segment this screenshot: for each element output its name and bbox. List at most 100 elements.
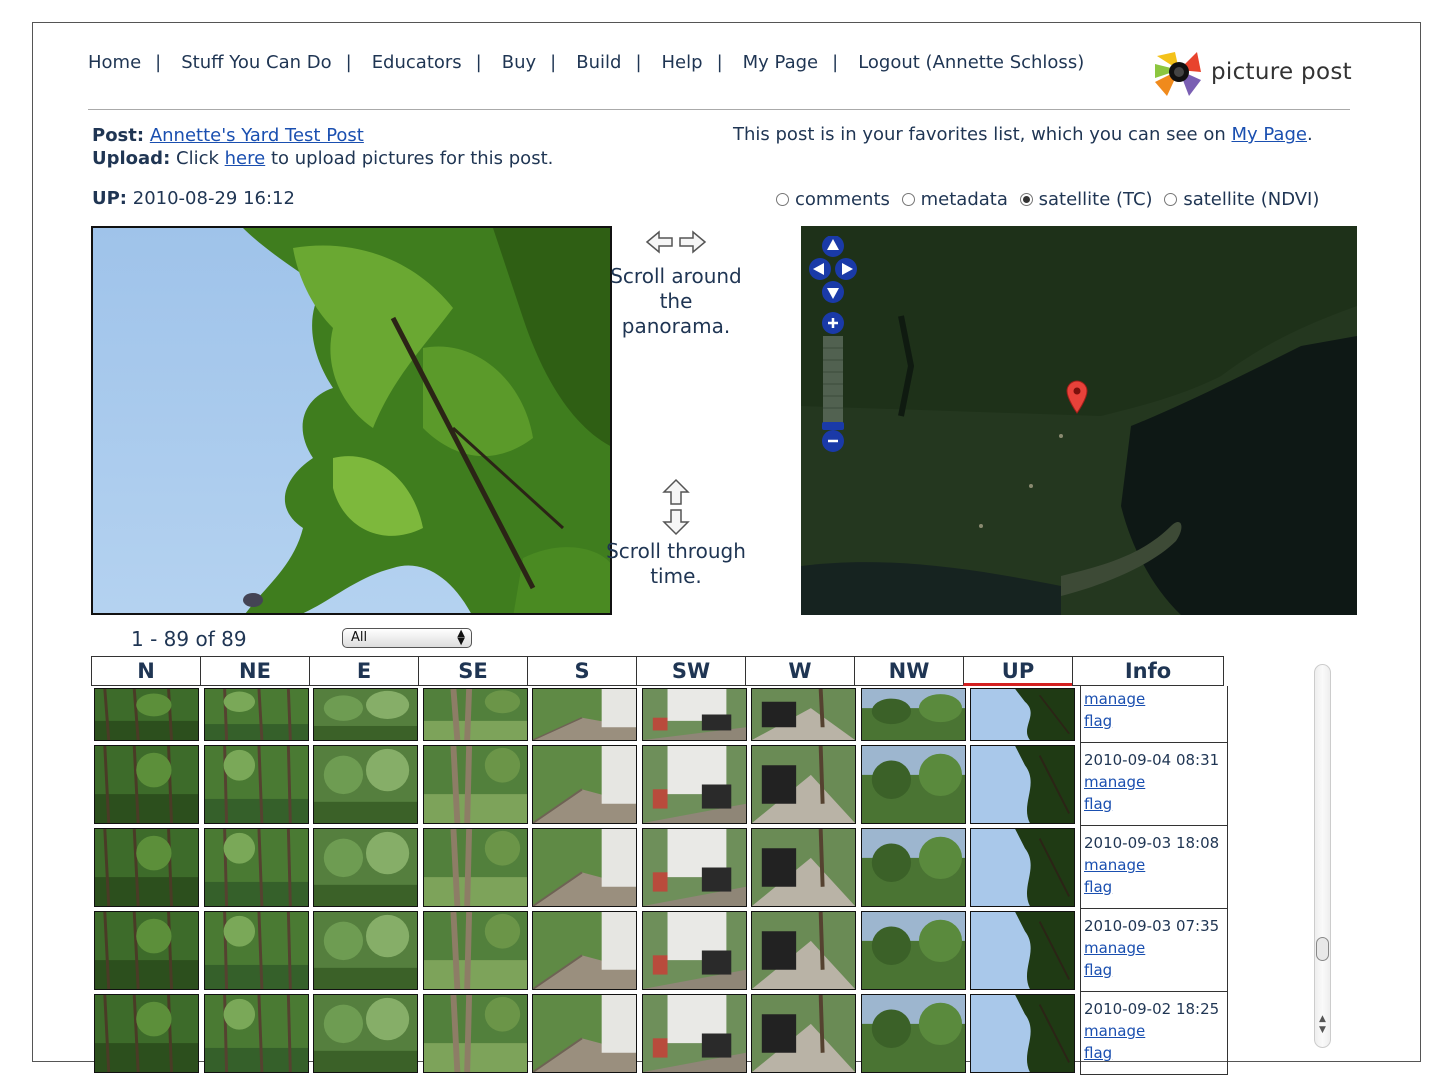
nav-stuff-you-can-do[interactable]: Stuff You Can Do (181, 52, 331, 73)
thumbnail-se[interactable] (422, 994, 528, 1073)
manage-link[interactable]: manage (1084, 690, 1145, 708)
satellite-map[interactable] (801, 226, 1357, 615)
direction-label: UP: (92, 188, 128, 209)
thumbnail-ne[interactable] (203, 994, 309, 1073)
thumbnail-up[interactable] (970, 745, 1075, 824)
nav-my-page[interactable]: My Page (743, 52, 818, 73)
thumbnail-sw[interactable] (641, 745, 747, 824)
col-header-n[interactable]: N (91, 656, 200, 686)
thumbnail-w[interactable] (751, 994, 856, 1073)
upload-here-link[interactable]: here (225, 148, 266, 169)
nav-buy[interactable]: Buy (502, 52, 536, 73)
thumbnail-sw[interactable] (641, 994, 747, 1073)
favorites-my-page-link[interactable]: My Page (1231, 124, 1306, 145)
thumbnail-ne[interactable] (203, 745, 309, 824)
thumbnail-se[interactable] (422, 688, 528, 741)
thumbnail-ne[interactable] (203, 688, 309, 741)
thumbnail-sw[interactable] (641, 911, 747, 990)
thumbnail-n[interactable] (94, 994, 199, 1073)
nav-help[interactable]: Help (662, 52, 703, 73)
thumbnail-s[interactable] (532, 688, 637, 741)
left-right-arrows-icon[interactable] (644, 228, 708, 258)
thumbnail-se[interactable] (422, 911, 528, 990)
nav-build[interactable]: Build (576, 52, 621, 73)
scrollbar-arrows-icon[interactable]: ▲ ▼ (1316, 1014, 1329, 1036)
thumbnail-up[interactable] (970, 828, 1075, 907)
thumbnail-nw[interactable] (860, 911, 966, 990)
thumbnail-nw[interactable] (860, 994, 966, 1073)
thumbnail-sw[interactable] (641, 828, 747, 907)
flag-link[interactable]: flag (1084, 878, 1112, 896)
nav-home[interactable]: Home (88, 52, 141, 73)
col-header-nw[interactable]: NW (854, 656, 963, 686)
manage-link[interactable]: manage (1084, 1022, 1145, 1040)
photo-thumbnail (861, 995, 965, 1072)
map-marker-icon[interactable] (1065, 380, 1089, 414)
thumbnail-n[interactable] (94, 828, 199, 907)
thumbnail-s[interactable] (532, 911, 637, 990)
col-header-ne[interactable]: NE (200, 656, 309, 686)
thumbnail-e[interactable] (313, 745, 418, 824)
thumbnail-s[interactable] (532, 745, 637, 824)
col-header-s[interactable]: S (527, 656, 636, 686)
thumbnail-w[interactable] (751, 745, 856, 824)
photo-thumbnail (642, 995, 746, 1072)
nav-educators[interactable]: Educators (372, 52, 462, 73)
thumbnail-w[interactable] (751, 828, 856, 907)
thumbnail-nw[interactable] (860, 688, 966, 741)
thumbnail-s[interactable] (532, 994, 637, 1073)
flag-link[interactable]: flag (1084, 1044, 1112, 1062)
thumbnail-up[interactable] (970, 911, 1075, 990)
thumbnail-se[interactable] (422, 828, 528, 907)
thumbnail-ne[interactable] (203, 828, 309, 907)
filter-select[interactable]: All ▲ ▼ (342, 628, 472, 648)
scroll-panorama-hint: Scroll around the panorama. (610, 264, 742, 338)
thumbnail-n[interactable] (94, 745, 199, 824)
thumbnail-nw[interactable] (860, 828, 966, 907)
thumbnail-ne[interactable] (203, 911, 309, 990)
thumbnail-sw[interactable] (641, 688, 747, 741)
thumbnail-e[interactable] (313, 994, 418, 1073)
col-header-e[interactable]: E (309, 656, 418, 686)
radio-satellite-ndvi[interactable]: satellite (NDVI) (1164, 189, 1325, 210)
radio-label: comments (795, 189, 890, 210)
flag-link[interactable]: flag (1084, 961, 1112, 979)
manage-link[interactable]: manage (1084, 856, 1145, 874)
photo-thumbnail (971, 995, 1074, 1072)
radio-metadata[interactable]: metadata (901, 189, 1014, 210)
up-down-arrows-icon[interactable] (661, 478, 691, 536)
radio-circle-checked[interactable] (1019, 193, 1033, 206)
thumbnail-e[interactable] (313, 911, 418, 990)
radio-satellite-tc[interactable]: satellite (TC) (1019, 189, 1159, 210)
col-header-w[interactable]: W (745, 656, 854, 686)
thumbnail-n[interactable] (94, 911, 199, 990)
radio-circle[interactable] (776, 193, 789, 206)
thumbnail-nw[interactable] (860, 745, 966, 824)
flag-link[interactable]: flag (1084, 712, 1112, 730)
thumbnail-s[interactable] (532, 828, 637, 907)
col-header-se[interactable]: SE (418, 656, 527, 686)
thumbnail-e[interactable] (313, 688, 418, 741)
thumbnail-w[interactable] (751, 688, 856, 741)
thumbnail-n[interactable] (94, 688, 199, 741)
manage-link[interactable]: manage (1084, 773, 1145, 791)
thumbnail-up[interactable] (970, 994, 1075, 1073)
panorama-viewer[interactable] (91, 226, 612, 615)
thumbnail-se[interactable] (422, 745, 528, 824)
post-name-link[interactable]: Annette's Yard Test Post (150, 125, 364, 146)
thumbnail-e[interactable] (313, 828, 418, 907)
thumbnail-up[interactable] (970, 688, 1075, 741)
radio-circle[interactable] (901, 193, 915, 206)
col-header-up[interactable]: UP (963, 656, 1072, 686)
radio-comments[interactable]: comments (776, 189, 896, 210)
map-pan-zoom-control[interactable] (808, 236, 858, 458)
picture-post-logo[interactable]: picture post (1153, 50, 1353, 98)
manage-link[interactable]: manage (1084, 939, 1145, 957)
col-header-sw[interactable]: SW (636, 656, 745, 686)
flag-link[interactable]: flag (1084, 795, 1112, 813)
scrollbar-thumb[interactable] (1316, 937, 1329, 961)
nav-logout[interactable]: Logout (Annette Schloss) (858, 52, 1084, 73)
grid-scrollbar[interactable] (1314, 664, 1331, 1048)
radio-circle[interactable] (1164, 193, 1178, 206)
thumbnail-w[interactable] (751, 911, 856, 990)
